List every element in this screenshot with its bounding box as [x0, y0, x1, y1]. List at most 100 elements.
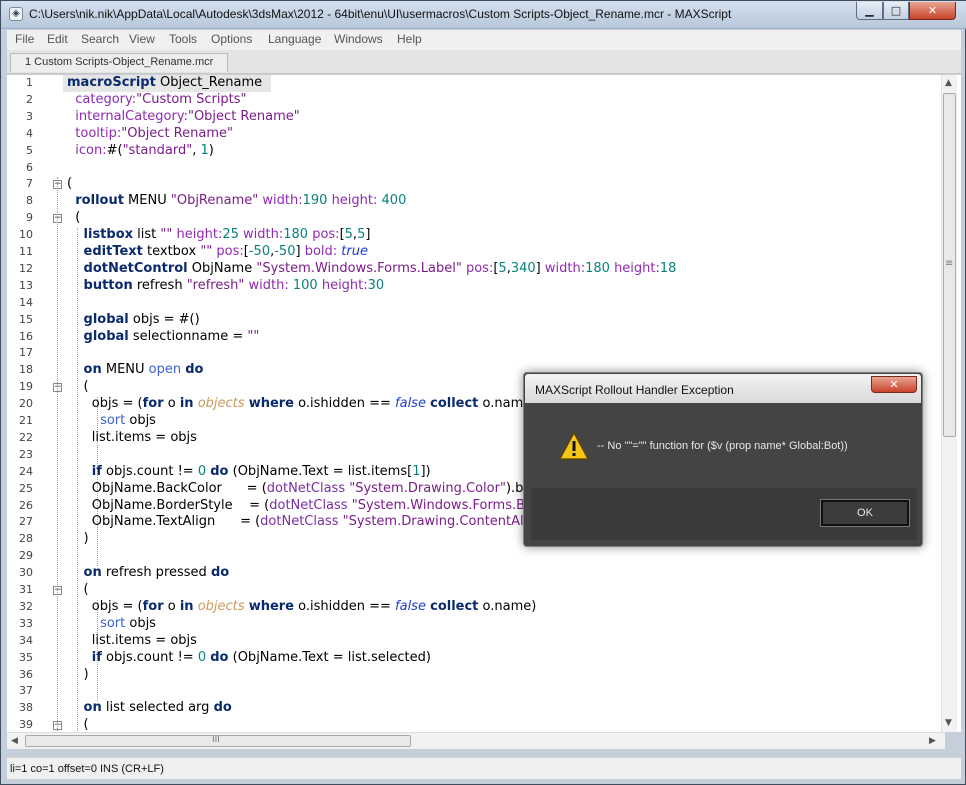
- code-token: false: [395, 396, 426, 412]
- horizontal-scroll-thumb[interactable]: III: [25, 735, 411, 747]
- v-scroll-grip-icon: ≡: [945, 258, 954, 269]
- scroll-left-arrow-icon[interactable]: ◀: [11, 736, 18, 746]
- code-line: listbox list "" height:25 width:180 pos:…: [67, 227, 371, 243]
- code-token: objs.count !=: [101, 649, 198, 665]
- ok-button[interactable]: OK: [820, 499, 910, 527]
- code-token: objs = #(): [128, 311, 200, 327]
- maxscript-editor-window: ◈ C:\Users\nik.nik\AppData\Local\Autodes…: [0, 0, 966, 785]
- code-token: Object_Rename: [155, 75, 263, 90]
- horizontal-scrollbar[interactable]: ◀ III ▶: [7, 732, 945, 749]
- menu-tools[interactable]: Tools: [169, 32, 197, 46]
- code-token: in: [179, 396, 194, 412]
- menu-search[interactable]: Search: [81, 32, 119, 46]
- code-token: 100: [292, 277, 318, 293]
- code-token: (: [67, 176, 73, 192]
- menu-view[interactable]: View: [129, 32, 155, 46]
- line-number: 2: [26, 92, 33, 106]
- code-line: icon:#("standard", 1): [67, 143, 214, 158]
- code-line: global objs = #(): [67, 312, 200, 327]
- close-button[interactable]: ✕: [909, 2, 956, 20]
- line-number: 23: [19, 447, 33, 461]
- code-token: width:: [544, 260, 586, 276]
- code-token: if: [91, 463, 102, 479]
- code-token: width:: [243, 227, 284, 243]
- dialog-title: MAXScript Rollout Handler Exception: [535, 383, 734, 397]
- code-token: on: [83, 362, 102, 378]
- code-line: objs = (for o in objects where o.ishidde…: [67, 598, 537, 614]
- line-number: 6: [26, 160, 33, 174]
- code-token: MENU: [101, 362, 149, 378]
- code-token: ObjName.TextAlign = (: [67, 514, 261, 530]
- code-token: icon:: [75, 142, 107, 158]
- line-number: 14: [19, 295, 33, 309]
- maxscript-app-icon: ◈: [9, 7, 23, 21]
- code-token: "standard": [122, 142, 193, 158]
- line-number: 26: [19, 498, 33, 512]
- code-token: category:: [75, 91, 137, 107]
- line-number: 18: [19, 363, 33, 377]
- code-token: ObjName: [187, 260, 257, 276]
- line-number: 36: [19, 667, 33, 681]
- scroll-right-arrow-icon[interactable]: ▶: [929, 736, 936, 746]
- code-token: "Object Rename": [187, 108, 300, 124]
- code-token: #(: [106, 142, 123, 158]
- code-token: on: [83, 565, 102, 581]
- menu-edit[interactable]: Edit: [47, 32, 68, 46]
- code-token: ): [67, 531, 89, 547]
- code-line: ): [67, 667, 89, 682]
- code-token: 0: [197, 649, 207, 665]
- code-token: button: [83, 277, 133, 293]
- code-token: collect: [430, 598, 479, 614]
- code-token: height:: [614, 260, 660, 276]
- code-token: o.name): [478, 598, 537, 614]
- dialog-title-bar[interactable]: MAXScript Rollout Handler Exception ✕: [525, 374, 921, 403]
- line-number: 32: [19, 599, 33, 613]
- code-token: global: [83, 311, 129, 327]
- code-token: (: [67, 582, 89, 597]
- menu-language[interactable]: Language: [268, 32, 321, 46]
- h-scroll-grip-icon: III: [212, 735, 220, 745]
- scroll-down-arrow-icon[interactable]: ▼: [945, 718, 952, 728]
- line-number: 30: [19, 566, 33, 580]
- vertical-scrollbar[interactable]: ▲ ≡ ▼: [941, 75, 957, 732]
- code-line: ): [67, 531, 89, 546]
- code-token: ObjName.BorderStyle = (: [67, 497, 270, 513]
- menu-windows[interactable]: Windows: [334, 32, 383, 46]
- maximize-button[interactable]: □: [883, 2, 909, 20]
- code-token: ]: [535, 260, 545, 276]
- title-bar[interactable]: ◈ C:\Users\nik.nik\AppData\Local\Autodes…: [1, 1, 966, 29]
- code-line: list.items = objs: [67, 633, 197, 648]
- line-number: 17: [19, 346, 33, 360]
- line-number: 12: [19, 261, 33, 275]
- code-line: on MENU open do: [67, 362, 204, 377]
- code-token: do: [213, 700, 232, 716]
- menu-bar: File Edit Search View Tools Options Lang…: [7, 30, 961, 50]
- code-token: ObjName.BackColor = (: [67, 480, 267, 496]
- menu-options[interactable]: Options: [211, 32, 252, 46]
- vertical-scroll-thumb[interactable]: ≡: [943, 93, 956, 437]
- scroll-up-arrow-icon[interactable]: ▲: [945, 78, 952, 88]
- code-token: (ObjName.Text = list.items[: [228, 463, 413, 479]
- file-tab[interactable]: 1 Custom Scripts-Object_Rename.mcr: [10, 53, 229, 72]
- dialog-footer: OK: [531, 488, 917, 540]
- code-token: tooltip:: [75, 125, 122, 141]
- code-token: (: [67, 210, 81, 226]
- menu-file[interactable]: File: [15, 32, 34, 46]
- code-token: o: [163, 396, 180, 412]
- line-number: 28: [19, 532, 33, 546]
- minimize-button[interactable]: ▁: [856, 2, 883, 20]
- code-token: 5: [344, 227, 353, 243]
- code-token: "refresh": [186, 277, 245, 293]
- code-token: o.ishidden ==: [294, 396, 396, 412]
- warning-icon: [559, 432, 589, 460]
- code-token: 30: [367, 277, 385, 293]
- code-token: ): [208, 142, 214, 158]
- dialog-close-button[interactable]: ✕: [871, 376, 917, 393]
- line-number: 5: [26, 143, 33, 157]
- exception-dialog: MAXScript Rollout Handler Exception ✕ --…: [523, 372, 923, 547]
- menu-help[interactable]: Help: [397, 32, 422, 46]
- code-token: -50: [248, 244, 271, 259]
